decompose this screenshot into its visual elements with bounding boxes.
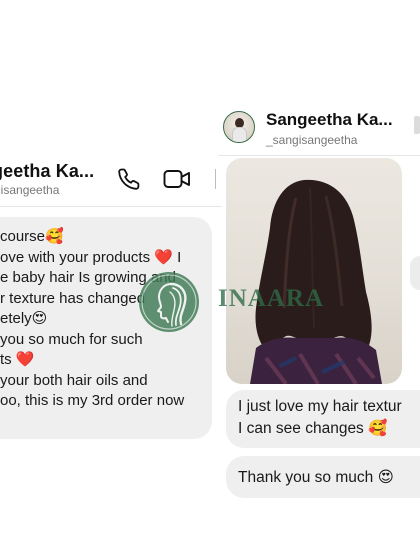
message-line: oo, this is my 3rd order now [0, 392, 185, 409]
header-divider [215, 169, 216, 189]
left-chat-header: geetha Ka... gisangeetha [0, 155, 222, 207]
message-line: I can see changes 🥰 [238, 420, 388, 437]
right-contact-handle: _sangisangeetha [266, 133, 358, 147]
left-contact-handle: gisangeetha [0, 183, 60, 197]
right-contact-name[interactable]: Sangeetha Ka... [266, 110, 393, 130]
brand-logo-icon [139, 272, 199, 332]
message-line: I just love my hair textur [238, 398, 402, 415]
phone-icon[interactable] [117, 167, 141, 191]
hair-photo-illustration [250, 179, 382, 384]
message-line: ove with your products ❤️ I [0, 248, 182, 266]
message-line: ts ❤️ [0, 351, 35, 368]
right-message-bubble[interactable]: I just love my hair textur I can see cha… [226, 390, 420, 448]
brand-watermark-text: INAARA [218, 285, 324, 312]
message-line: Thank you so much 😍 [238, 469, 394, 486]
avatar[interactable] [223, 111, 255, 143]
message-line: course🥰 [0, 228, 64, 245]
video-camera-icon[interactable] [163, 168, 191, 190]
left-contact-name[interactable]: geetha Ka... [0, 161, 94, 182]
react-button[interactable] [410, 256, 420, 290]
message-line: your both hair oils and [0, 371, 148, 389]
right-message-bubble[interactable]: Thank you so much 😍 [226, 456, 420, 498]
header-icon-edge [414, 116, 420, 134]
right-chat-header: Sangeetha Ka... _sangisangeetha [218, 100, 420, 156]
hair-photo-message[interactable] [226, 158, 402, 384]
